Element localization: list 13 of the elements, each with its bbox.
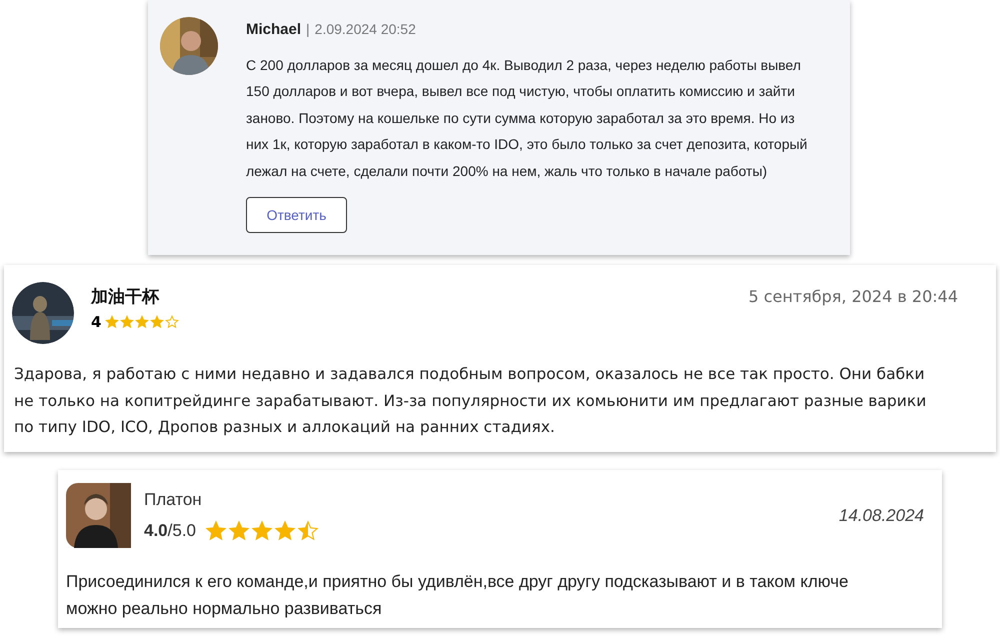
comment-date: 2.09.2024 20:52 xyxy=(314,21,416,37)
author-name: Платон xyxy=(144,490,203,510)
comment-text: С 200 долларов за месяц дошел до 4к. Выводил 2 раза, через неделю работы вывел 150 долларов и вот вчера, вывел все под чистую, чтобы оплатить комиссию и зайти заново. Поэтому на кошельке по сути сумма которую заработал за это время. Но из них 1к, которую заработал в каком-то IDO, это было только за счет депозита, который лежал на счете, сделали почти 200% на нем, жаль что только в начале работы) xyxy=(246,56,808,181)
rating-score: 4.0/5.0 xyxy=(144,520,196,540)
author-name: Michael xyxy=(246,21,302,38)
reply-button[interactable]: Ответить xyxy=(246,197,347,234)
review-text: Здарова, я работаю с ними недавно и задавался подобным вопросом, оказалось не все так просто. Они бабки не только на копитрейдинге зарабатывают. Из-за популярности их комьюнити им предлагают разные варики по типу IDO, ICO, Дропов разных и аллокаций на ранних стадиях. xyxy=(14,364,928,438)
rating-score: 4 xyxy=(91,313,102,331)
review-date: 5 сентября, 2024 в 20:44 xyxy=(748,286,958,306)
author-name: 加油干杯 xyxy=(91,286,160,308)
review-text: Присоединился к его команде,и приятно бы удивлён,все друг другу подсказывают и в таком ключе можно реально нормально развиваться xyxy=(66,571,850,620)
separator: | xyxy=(306,21,310,37)
review-date: 14.08.2024 xyxy=(838,506,924,526)
